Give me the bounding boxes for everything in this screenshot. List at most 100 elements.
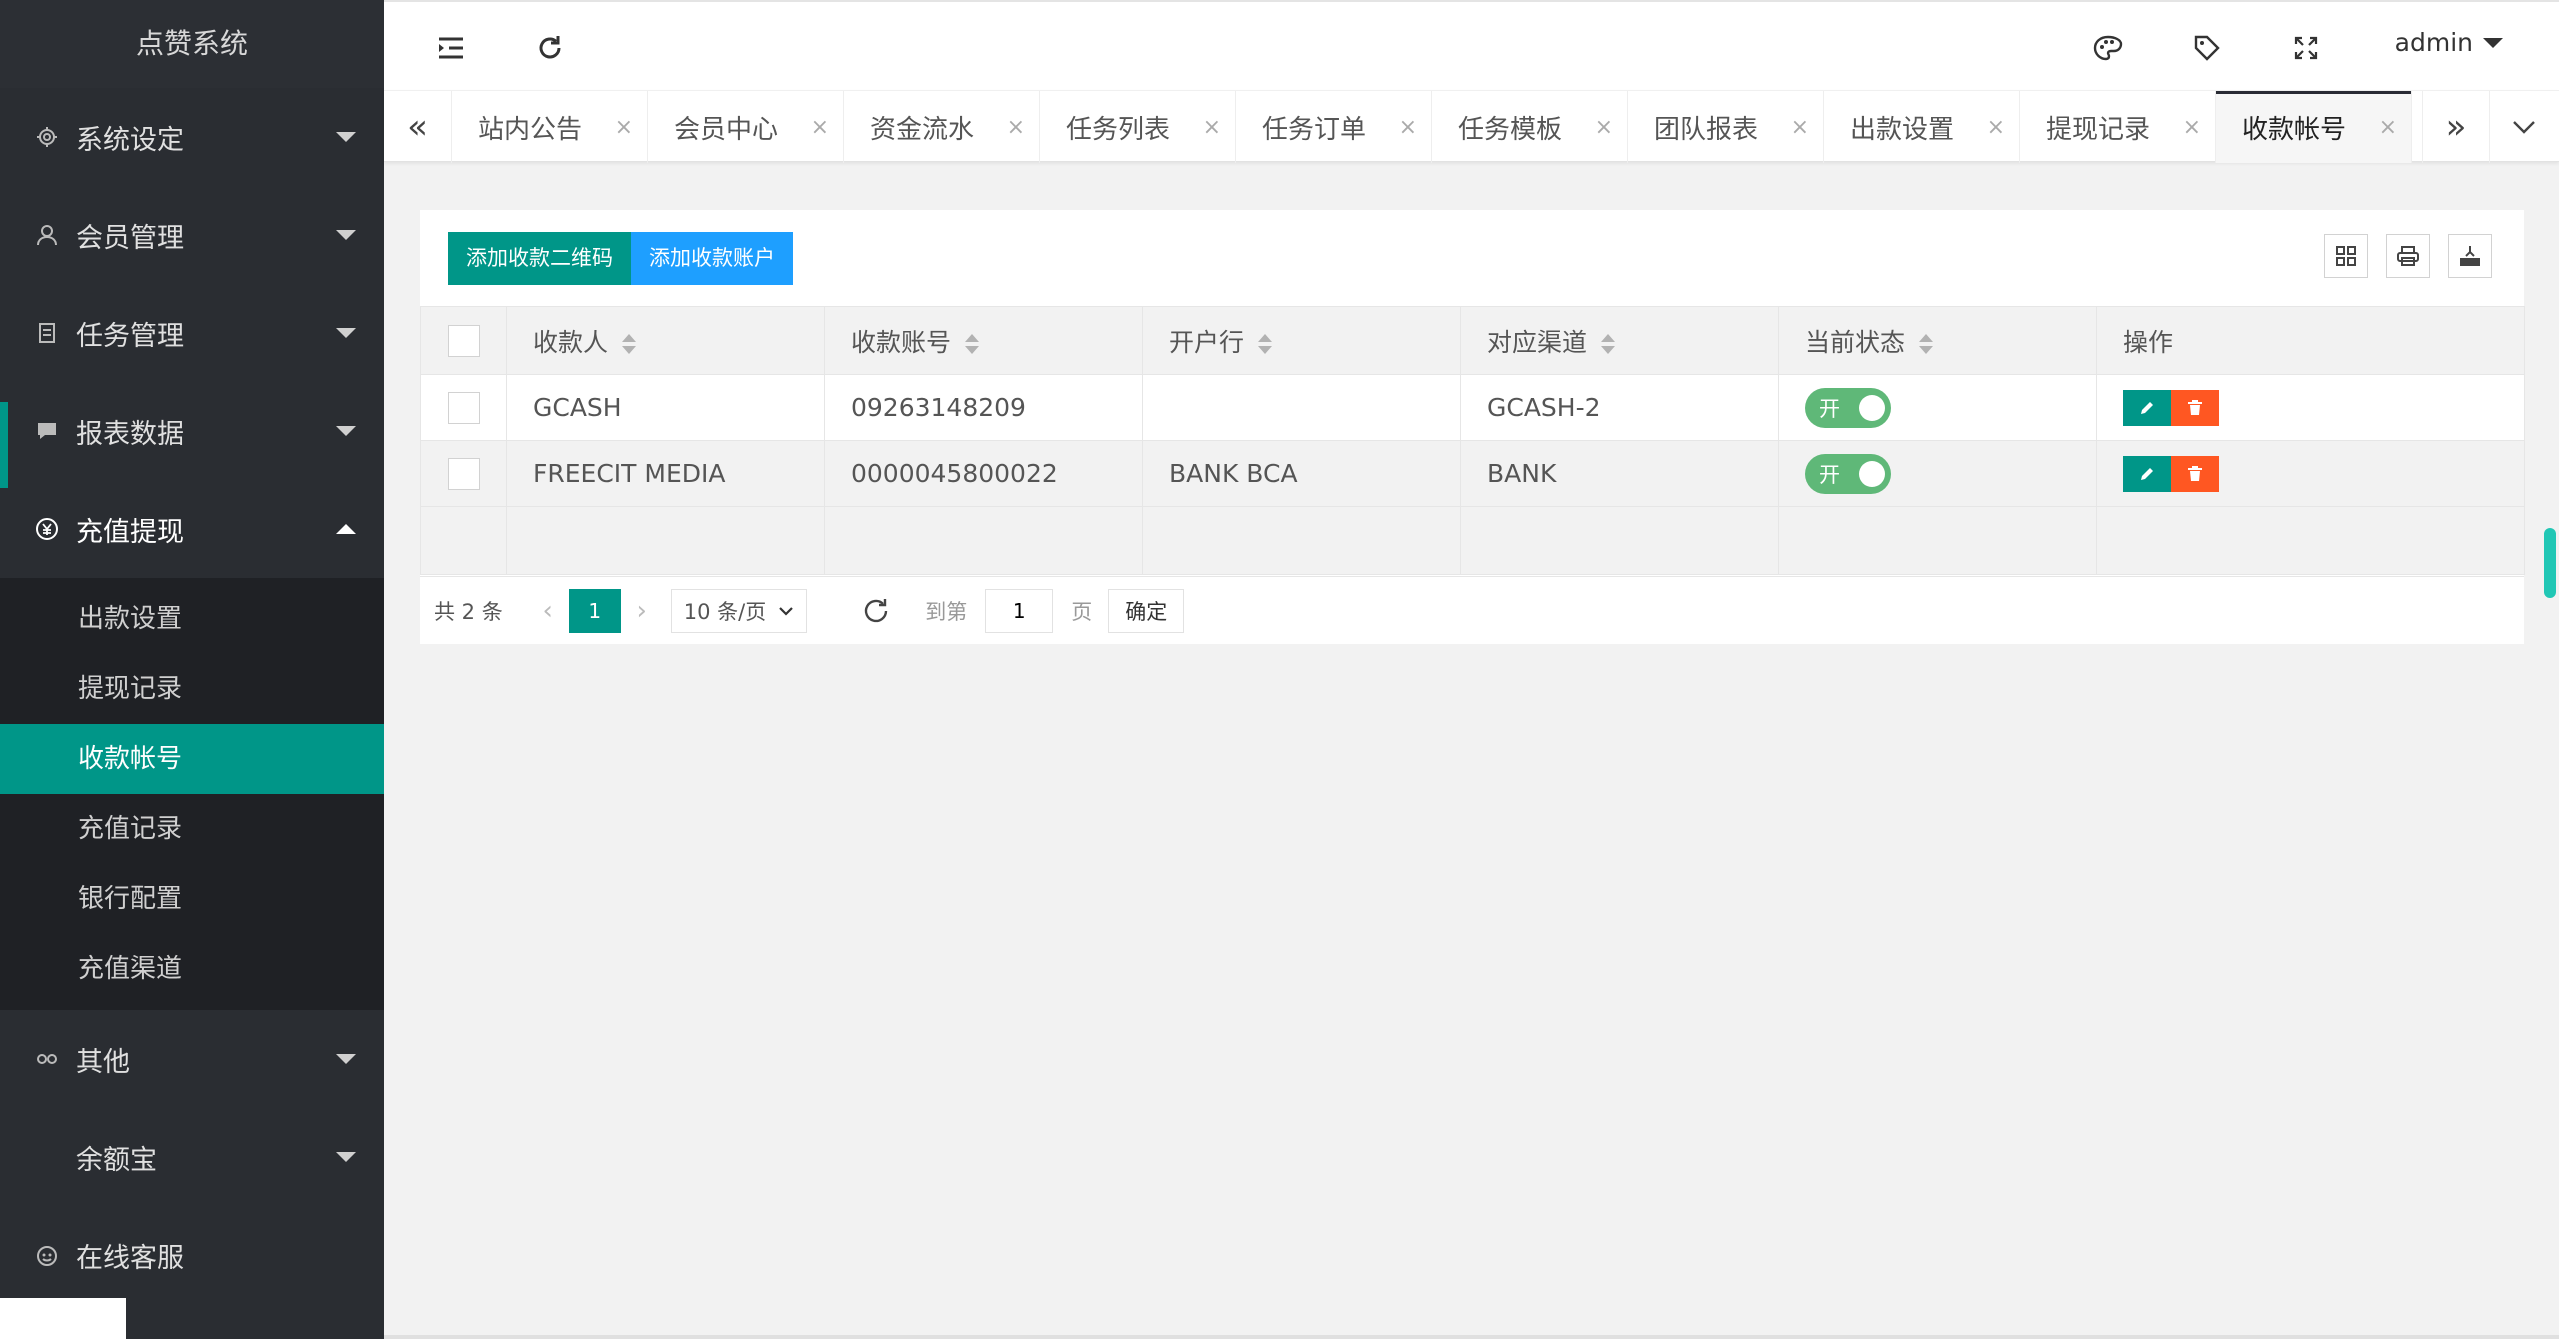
tab-withdraw-records[interactable]: 提现记录 × bbox=[2020, 91, 2216, 163]
column-header-bank[interactable]: 开户行 bbox=[1142, 306, 1461, 375]
status-toggle[interactable]: 开 bbox=[1805, 387, 1891, 428]
columns-filter-icon[interactable] bbox=[2324, 234, 2368, 278]
refresh-icon[interactable] bbox=[522, 20, 578, 76]
tab-task-list[interactable]: 任务列表 × bbox=[1040, 91, 1236, 163]
sort-icon[interactable] bbox=[1919, 333, 1934, 354]
empty-cell bbox=[824, 506, 1143, 575]
user-menu[interactable]: admin bbox=[2395, 28, 2503, 57]
tab-payout-settings[interactable]: 出款设置 × bbox=[1824, 91, 2020, 163]
channel-cell: BANK bbox=[1460, 440, 1779, 507]
column-header-status[interactable]: 当前状态 bbox=[1778, 306, 2097, 375]
empty-cell bbox=[420, 506, 507, 575]
empty-cell bbox=[1142, 506, 1461, 575]
yen-icon bbox=[34, 516, 60, 542]
tab-task-orders[interactable]: 任务订单 × bbox=[1236, 91, 1432, 163]
tab-task-templates[interactable]: 任务模板 × bbox=[1432, 91, 1628, 163]
column-header-channel[interactable]: 对应渠道 bbox=[1460, 306, 1779, 375]
column-label: 收款人 bbox=[533, 327, 609, 357]
edit-button[interactable] bbox=[2123, 389, 2171, 426]
select-all-checkbox[interactable] bbox=[447, 324, 480, 357]
sort-icon[interactable] bbox=[1258, 333, 1273, 354]
submenu-item-withdraw-records[interactable]: 提现记录 bbox=[0, 654, 384, 724]
close-icon[interactable]: × bbox=[2379, 115, 2397, 140]
submenu-item-recharge-records[interactable]: 充值记录 bbox=[0, 794, 384, 864]
tag-icon[interactable] bbox=[2179, 20, 2235, 76]
tab-fund-flow[interactable]: 资金流水 × bbox=[844, 91, 1040, 163]
next-page-icon[interactable]: › bbox=[621, 590, 663, 632]
status-toggle[interactable]: 开 bbox=[1805, 453, 1891, 494]
sidebar-item-recharge-withdraw[interactable]: 充值提现 bbox=[0, 480, 384, 578]
content-card: 添加收款二维码 添加收款账户 收款人 收款账号 开户行 对应渠道 当前状态 操作 bbox=[420, 210, 2525, 644]
tab-label: 团队报表 bbox=[1654, 114, 1759, 145]
column-label: 收款账号 bbox=[851, 327, 952, 357]
tab-team-reports[interactable]: 团队报表 × bbox=[1628, 91, 1824, 163]
close-icon[interactable]: × bbox=[615, 115, 633, 140]
close-icon[interactable]: × bbox=[811, 115, 829, 140]
column-label: 当前状态 bbox=[1805, 327, 1906, 357]
menu-fold-icon[interactable] bbox=[423, 20, 479, 76]
sidebar-item-reports[interactable]: 报表数据 bbox=[0, 382, 384, 488]
page-button-current[interactable]: 1 bbox=[568, 588, 621, 633]
goto-confirm-button[interactable]: 确定 bbox=[1108, 588, 1185, 633]
row-checkbox[interactable] bbox=[447, 391, 480, 424]
submenu-item-receiving-accounts[interactable]: 收款帐号 bbox=[0, 724, 384, 794]
scrollbar-thumb[interactable] bbox=[2544, 528, 2556, 598]
sort-icon[interactable] bbox=[1601, 333, 1616, 354]
page-size-select[interactable]: 10 条/页 bbox=[670, 588, 808, 633]
account-cell: 09263148209 bbox=[824, 374, 1143, 441]
close-icon[interactable]: × bbox=[1399, 115, 1417, 140]
sidebar-item-online-service[interactable]: 在线客服 bbox=[0, 1206, 384, 1304]
select-all-cell bbox=[420, 306, 507, 375]
sort-icon[interactable] bbox=[965, 333, 980, 354]
close-icon[interactable]: × bbox=[1987, 115, 2005, 140]
close-icon[interactable]: × bbox=[1595, 115, 1613, 140]
print-icon[interactable] bbox=[2386, 234, 2430, 278]
submenu-item-recharge-channels[interactable]: 充值渠道 bbox=[0, 934, 384, 1004]
sidebar-item-members[interactable]: 会员管理 bbox=[0, 186, 384, 284]
close-icon[interactable]: × bbox=[1791, 115, 1809, 140]
submenu-item-bank-config[interactable]: 银行配置 bbox=[0, 864, 384, 934]
delete-button[interactable] bbox=[2171, 389, 2219, 426]
chevron-down-icon bbox=[336, 1152, 356, 1162]
face-icon bbox=[34, 1242, 60, 1268]
document-icon bbox=[34, 320, 60, 346]
fullscreen-icon[interactable] bbox=[2278, 20, 2334, 76]
goto-page-input[interactable] bbox=[985, 588, 1054, 633]
chevron-down-icon bbox=[336, 230, 356, 240]
close-icon[interactable]: × bbox=[1203, 115, 1221, 140]
chevron-down-icon bbox=[336, 132, 356, 142]
sort-icon[interactable] bbox=[622, 333, 637, 354]
tab-label: 任务模板 bbox=[1458, 114, 1563, 145]
prev-page-icon[interactable]: ‹ bbox=[527, 590, 569, 632]
page-unit-label: 页 bbox=[1071, 599, 1093, 624]
tabs-scroll-right-icon[interactable]: » bbox=[2422, 91, 2490, 163]
sidebar-item-balance[interactable]: 余额宝 bbox=[0, 1108, 384, 1206]
theme-icon[interactable] bbox=[2080, 20, 2136, 76]
tab-member-center[interactable]: 会员中心 × bbox=[648, 91, 844, 163]
tabs-scroll-left-icon[interactable]: « bbox=[384, 91, 452, 163]
export-icon[interactable] bbox=[2448, 234, 2492, 278]
refresh-page-icon[interactable] bbox=[855, 590, 897, 632]
empty-cell bbox=[1778, 506, 2097, 575]
tabs-dropdown-icon[interactable] bbox=[2490, 91, 2558, 163]
close-icon[interactable]: × bbox=[1007, 115, 1025, 140]
add-qr-code-button[interactable]: 添加收款二维码 bbox=[448, 232, 631, 285]
link-icon bbox=[34, 1046, 60, 1072]
tab-announcements[interactable]: 站内公告 × bbox=[452, 91, 648, 163]
edit-button[interactable] bbox=[2123, 455, 2171, 492]
sidebar-item-tasks[interactable]: 任务管理 bbox=[0, 284, 384, 382]
submenu-item-payout-settings[interactable]: 出款设置 bbox=[0, 584, 384, 654]
row-checkbox[interactable] bbox=[447, 457, 480, 490]
add-account-button[interactable]: 添加收款账户 bbox=[631, 232, 793, 285]
column-header-payee[interactable]: 收款人 bbox=[506, 306, 825, 375]
delete-button[interactable] bbox=[2171, 455, 2219, 492]
sidebar-item-other[interactable]: 其他 bbox=[0, 1010, 384, 1108]
pagination: 共 2 条 ‹ 1 › 10 条/页 到第 页 确定 bbox=[420, 576, 2524, 644]
sidebar-item-system-settings[interactable]: 系统设定 bbox=[0, 88, 384, 186]
table-filler-row bbox=[420, 506, 2525, 575]
column-header-account[interactable]: 收款账号 bbox=[824, 306, 1143, 375]
tab-receiving-accounts[interactable]: 收款帐号 × bbox=[2216, 91, 2412, 163]
close-icon[interactable]: × bbox=[2183, 115, 2201, 140]
tab-label: 会员中心 bbox=[674, 114, 779, 145]
sidebar-item-label: 在线客服 bbox=[76, 1242, 184, 1274]
